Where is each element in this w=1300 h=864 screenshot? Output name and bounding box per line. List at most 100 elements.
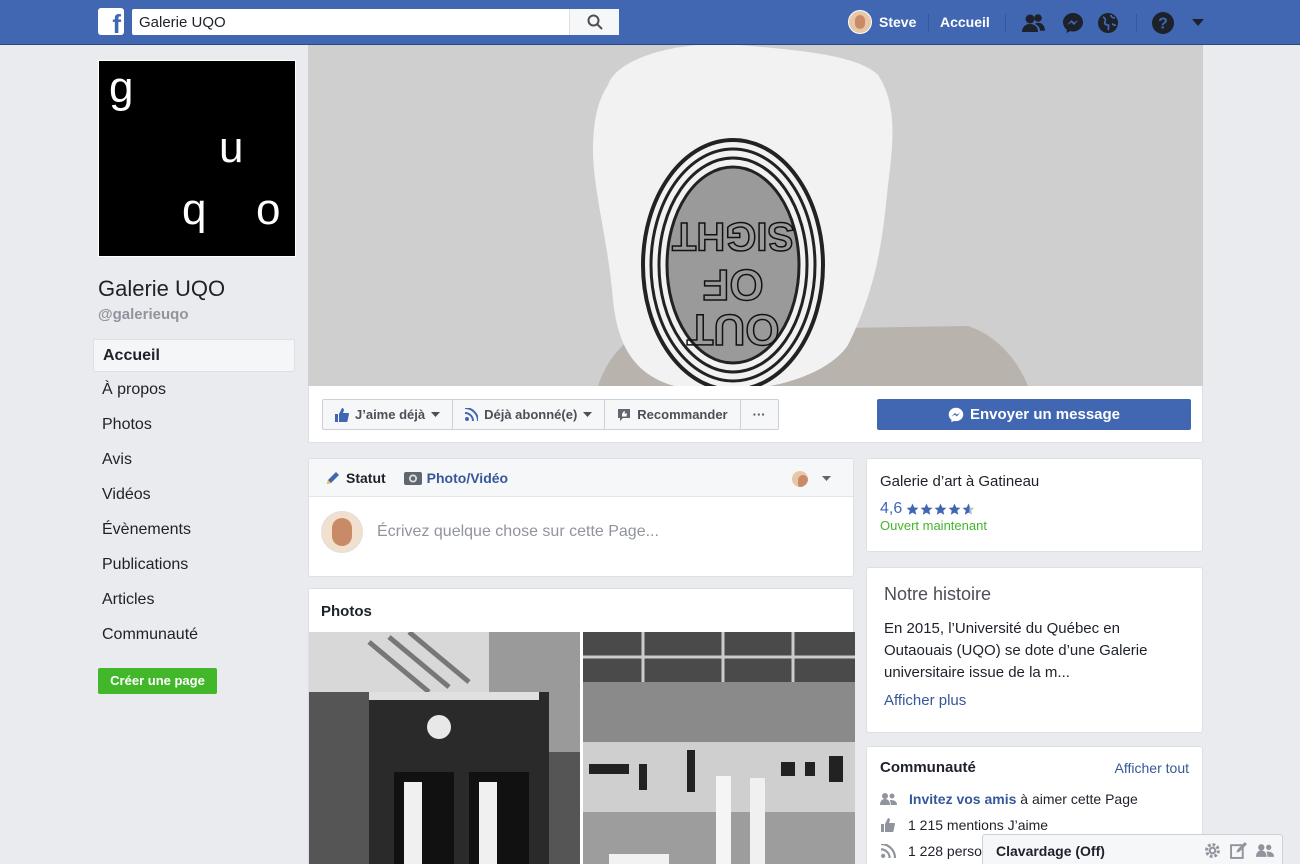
account-menu-chevron-down-icon[interactable] <box>1186 11 1210 35</box>
post-composer: Statut Photo/Vidéo Écrivez quelque chose… <box>308 458 854 577</box>
page-profile-picture[interactable]: g u q o <box>98 60 296 257</box>
divider <box>1136 14 1137 32</box>
create-page-button[interactable]: Créer une page <box>98 668 217 694</box>
nav-item-avis[interactable]: Avis <box>93 442 295 477</box>
recommend-label: Recommander <box>637 407 728 422</box>
thumbs-up-icon <box>881 818 895 832</box>
story-title: Notre histoire <box>884 584 992 604</box>
facebook-logo-icon[interactable]: f <box>98 8 124 35</box>
likes-count-row: 1 215 mentions J’aime <box>880 817 1189 833</box>
user-name: Steve <box>879 14 917 30</box>
divider <box>928 14 929 32</box>
star-icon <box>906 503 919 515</box>
post-as-selector[interactable] <box>792 471 831 487</box>
follow-label: Déjà abonné(e) <box>484 407 578 422</box>
photo-thumbnail[interactable] <box>309 632 580 864</box>
tab-status-label: Statut <box>346 469 386 486</box>
home-link[interactable]: Accueil <box>940 14 990 30</box>
tab-photo-video-label: Photo/Vidéo <box>426 469 509 486</box>
nav-item-articles[interactable]: Articles <box>93 582 295 617</box>
search-icon <box>587 14 603 30</box>
globe-notifications-icon[interactable] <box>1096 11 1120 35</box>
composer-input[interactable]: Écrivez quelque chose sur cette Page... <box>377 523 659 541</box>
star-icon <box>934 503 947 515</box>
search-input[interactable]: Galerie UQO <box>132 14 569 31</box>
chevron-down-icon <box>822 476 831 481</box>
group-chat-icon[interactable] <box>1256 842 1274 859</box>
community-title: Communauté <box>880 759 976 776</box>
friend-requests-icon[interactable] <box>1022 11 1046 35</box>
avatar <box>792 471 808 487</box>
nav-item-accueil[interactable]: Accueil <box>93 339 295 372</box>
nav-item-evenements[interactable]: Évènements <box>93 512 295 547</box>
cover-image: OUT OF SIGHT <box>308 45 1203 386</box>
thumbs-up-icon <box>335 407 349 422</box>
page-handle[interactable]: @galerieuqo <box>98 306 188 323</box>
composer-tabs: Statut Photo/Vidéo <box>309 459 853 497</box>
cover-text-line: OF <box>702 260 763 309</box>
recommend-icon <box>618 408 631 421</box>
top-navigation-bar: f Galerie UQO Steve Accueil ? <box>0 0 1300 45</box>
rating[interactable]: 4,6 <box>880 500 1189 518</box>
chevron-down-icon <box>431 411 441 417</box>
nav-item-publications[interactable]: Publications <box>93 547 295 582</box>
nav-item-a-propos[interactable]: À propos <box>93 372 295 407</box>
open-status: Ouvert maintenant <box>880 518 987 533</box>
tab-photo-video[interactable]: Photo/Vidéo <box>403 469 509 486</box>
star-icon <box>948 503 961 515</box>
see-all-link[interactable]: Afficher tout <box>1115 760 1189 776</box>
cover-photo[interactable]: OUT OF SIGHT <box>308 45 1203 386</box>
messenger-icon[interactable] <box>1061 11 1085 35</box>
photos-title[interactable]: Photos <box>309 589 853 632</box>
send-message-label: Envoyer un message <box>969 406 1121 423</box>
page-navigation: Accueil À propos Photos Avis Vidéos Évèn… <box>93 339 295 652</box>
page-title[interactable]: Galerie UQO <box>98 276 225 302</box>
camera-icon <box>403 471 422 485</box>
nav-item-videos[interactable]: Vidéos <box>93 477 295 512</box>
logo-letter: g <box>109 63 134 112</box>
like-button[interactable]: J’aime déjà <box>323 400 454 429</box>
rss-icon <box>880 844 896 858</box>
see-more-link[interactable]: Afficher plus <box>884 692 1185 709</box>
logo-letter: o <box>256 185 281 234</box>
avatar <box>848 10 872 34</box>
rss-icon <box>465 408 479 421</box>
page-category[interactable]: Galerie d’art à Gatineau <box>880 473 1189 490</box>
svg-text:?: ? <box>1158 16 1168 33</box>
tab-status[interactable]: Statut <box>325 470 386 486</box>
invite-friends-text: à aimer cette Page <box>1016 791 1138 807</box>
more-options-button[interactable]: ··· <box>741 400 778 429</box>
chat-label: Clavardage (Off) <box>996 842 1105 859</box>
recommend-button[interactable]: Recommander <box>605 400 741 429</box>
photo-thumbnail[interactable] <box>583 632 855 864</box>
cover-text-line: SIGHT <box>672 214 794 258</box>
chat-bar[interactable]: Clavardage (Off) <box>982 834 1283 864</box>
composer-body[interactable]: Écrivez quelque chose sur cette Page... <box>309 497 853 567</box>
help-icon[interactable]: ? <box>1151 11 1175 35</box>
search-button[interactable] <box>569 9 619 35</box>
cover-text-line: OUT <box>686 305 779 354</box>
search-bar[interactable]: Galerie UQO <box>132 9 619 35</box>
page-action-bar: J’aime déjà Déjà abonné(e) Recommander ·… <box>308 386 1203 443</box>
rating-value: 4,6 <box>880 500 903 517</box>
send-message-button[interactable]: Envoyer un message <box>877 399 1191 430</box>
page-actions-group: J’aime déjà Déjà abonné(e) Recommander ·… <box>322 399 779 430</box>
gear-icon[interactable] <box>1204 842 1221 859</box>
star-icon <box>962 503 975 515</box>
invite-friends-icon <box>880 793 897 805</box>
nav-item-photos[interactable]: Photos <box>93 407 295 442</box>
logo-letter: q <box>182 185 207 234</box>
pencil-icon <box>327 471 339 484</box>
avatar <box>321 511 363 553</box>
compose-message-icon[interactable] <box>1230 842 1247 859</box>
chevron-down-icon <box>583 411 593 417</box>
profile-link[interactable]: Steve <box>848 10 916 34</box>
like-label: J’aime déjà <box>355 407 426 422</box>
gallery-photo-2 <box>583 632 855 864</box>
page-profile-column: g u q o <box>98 60 296 257</box>
star-icon <box>920 503 933 515</box>
nav-item-communaute[interactable]: Communauté <box>93 617 295 652</box>
follow-button[interactable]: Déjà abonné(e) <box>453 400 606 429</box>
divider <box>1005 14 1006 32</box>
invite-friends-link[interactable]: Invitez vos amis <box>909 791 1016 807</box>
